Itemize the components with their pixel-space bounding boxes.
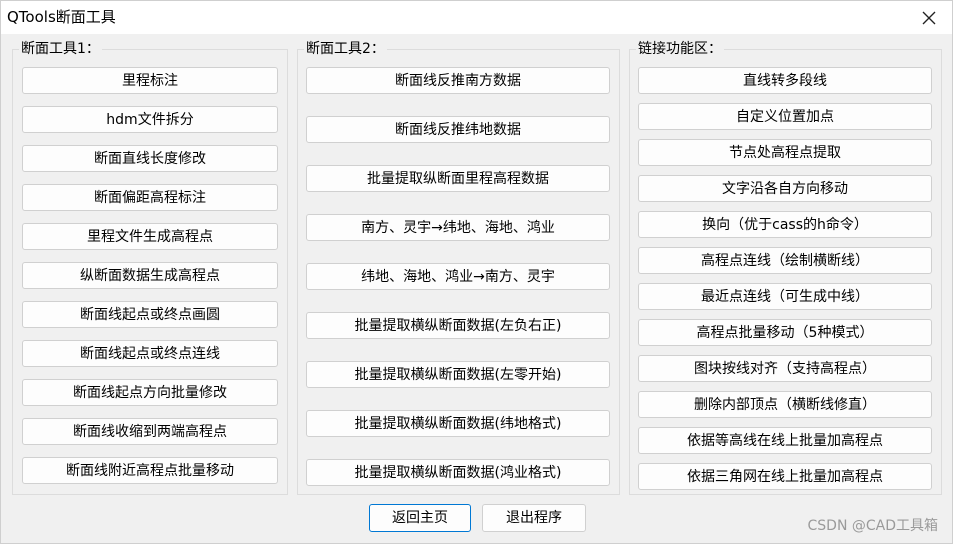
- nearest-point-connect-button[interactable]: 最近点连线（可生成中线）: [638, 283, 932, 310]
- window-title: QTools断面工具: [7, 8, 116, 26]
- convert-south-to-weidi-button[interactable]: 南方、灵宇→纬地、海地、鸿业: [306, 214, 610, 241]
- elevation-points-batch-move-button[interactable]: 高程点批量移动（5种模式）: [638, 319, 932, 346]
- reverse-weidi-data-button[interactable]: 断面线反推纬地数据: [306, 116, 610, 143]
- group-label-tools-1: 断面工具1：: [19, 41, 102, 57]
- extract-cross-data-hongye-format-button[interactable]: 批量提取横纵断面数据(鸿业格式): [306, 459, 610, 486]
- mileage-annotation-button[interactable]: 里程标注: [22, 67, 278, 94]
- mileage-file-elevation-points-button[interactable]: 里程文件生成高程点: [22, 223, 278, 250]
- shrink-to-end-points-button[interactable]: 断面线收缩到两端高程点: [22, 418, 278, 445]
- convert-weidi-to-south-button[interactable]: 纬地、海地、鸿业→南方、灵宇: [306, 263, 610, 290]
- text-move-own-direction-button[interactable]: 文字沿各自方向移动: [638, 175, 932, 202]
- back-home-button[interactable]: 返回主页: [369, 504, 471, 532]
- section-line-length-edit-button[interactable]: 断面直线长度修改: [22, 145, 278, 172]
- group-label-tools-2: 断面工具2：: [304, 41, 387, 57]
- group-label-link-functions: 链接功能区：: [636, 41, 724, 57]
- extract-cross-data-left-negative-button[interactable]: 批量提取横纵断面数据(左负右正): [306, 312, 610, 339]
- reverse-south-data-button[interactable]: 断面线反推南方数据: [306, 67, 610, 94]
- elevation-points-connect-button[interactable]: 高程点连线（绘制横断线）: [638, 247, 932, 274]
- offset-elevation-annotation-button[interactable]: 断面偏距高程标注: [22, 184, 278, 211]
- nearby-points-batch-move-button[interactable]: 断面线附近高程点批量移动: [22, 457, 278, 484]
- start-direction-batch-edit-button[interactable]: 断面线起点方向批量修改: [22, 379, 278, 406]
- close-button[interactable]: [906, 1, 952, 34]
- extract-cross-data-weidi-format-button[interactable]: 批量提取横纵断面数据(纬地格式): [306, 410, 610, 437]
- endpoint-connect-button[interactable]: 断面线起点或终点连线: [22, 340, 278, 367]
- longitudinal-data-elevation-points-button[interactable]: 纵断面数据生成高程点: [22, 262, 278, 289]
- block-align-to-line-button[interactable]: 图块按线对齐（支持高程点）: [638, 355, 932, 382]
- reverse-direction-button[interactable]: 换向（优于cass的h命令）: [638, 211, 932, 238]
- qtools-window: QTools断面工具 断面工具1： 里程标注 hdm文件拆分 断面直线长度修改 …: [0, 0, 953, 544]
- title-bar: QTools断面工具: [1, 1, 952, 34]
- line-to-polyline-button[interactable]: 直线转多段线: [638, 67, 932, 94]
- close-icon: [922, 11, 936, 24]
- extract-longitudinal-data-button[interactable]: 批量提取纵断面里程高程数据: [306, 165, 610, 192]
- node-elevation-extract-button[interactable]: 节点处高程点提取: [638, 139, 932, 166]
- delete-inner-vertices-button[interactable]: 删除内部顶点（横断线修直）: [638, 391, 932, 418]
- hdm-file-split-button[interactable]: hdm文件拆分: [22, 106, 278, 133]
- endpoint-circle-button[interactable]: 断面线起点或终点画圆: [22, 301, 278, 328]
- exit-program-button[interactable]: 退出程序: [482, 504, 586, 532]
- contour-add-elevation-points-button[interactable]: 依据等高线在线上批量加高程点: [638, 427, 932, 454]
- tin-add-elevation-points-button[interactable]: 依据三角网在线上批量加高程点: [638, 463, 932, 490]
- watermark-text: CSDN @CAD工具箱: [807, 518, 939, 534]
- extract-cross-data-left-zero-button[interactable]: 批量提取横纵断面数据(左零开始): [306, 361, 610, 388]
- custom-position-add-point-button[interactable]: 自定义位置加点: [638, 103, 932, 130]
